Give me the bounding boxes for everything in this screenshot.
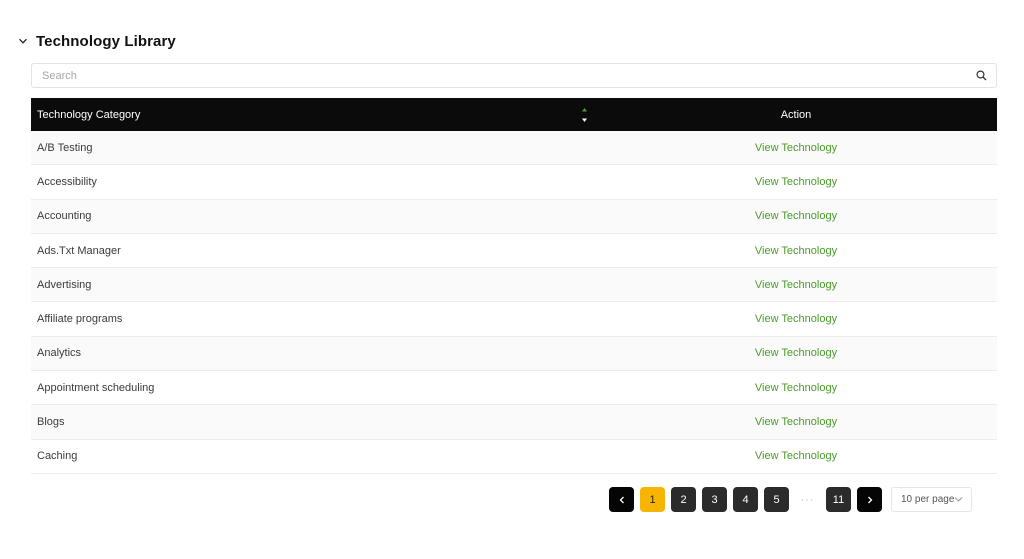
table-row: Accessibility View Technology bbox=[31, 165, 997, 200]
technology-category-cell: Caching bbox=[37, 450, 78, 463]
per-page-select[interactable]: 10 per page bbox=[891, 487, 972, 512]
pagination: 1 2 3 4 5 ··· 11 bbox=[609, 487, 888, 512]
table-row: Appointment scheduling View Technology bbox=[31, 371, 997, 406]
table-row: Affiliate programs View Technology bbox=[31, 302, 997, 337]
table-row: Analytics View Technology bbox=[31, 336, 997, 372]
section-header-technology-library[interactable]: Technology Library bbox=[18, 30, 176, 52]
view-technology-link[interactable]: View Technology bbox=[731, 142, 861, 154]
view-technology-link[interactable]: View Technology bbox=[731, 245, 861, 257]
view-technology-link[interactable]: View Technology bbox=[731, 210, 861, 222]
technology-category-cell: Ads.Txt Manager bbox=[37, 244, 121, 257]
chevron-down-icon bbox=[954, 497, 963, 502]
pagination-ellipsis: ··· bbox=[800, 493, 815, 506]
column-header-label: Technology Category bbox=[37, 108, 141, 121]
page-button-5[interactable]: 5 bbox=[764, 487, 789, 512]
view-technology-link[interactable]: View Technology bbox=[731, 450, 861, 462]
view-technology-link[interactable]: View Technology bbox=[731, 347, 861, 359]
technology-category-cell: Blogs bbox=[37, 416, 65, 429]
sort-icon[interactable] bbox=[581, 107, 588, 123]
view-technology-link[interactable]: View Technology bbox=[731, 416, 861, 428]
technology-category-cell: Appointment scheduling bbox=[37, 381, 155, 394]
view-technology-link[interactable]: View Technology bbox=[731, 279, 861, 291]
page-button-3[interactable]: 3 bbox=[702, 487, 727, 512]
technology-category-cell: Accessibility bbox=[37, 175, 97, 188]
technology-category-cell: Advertising bbox=[37, 278, 92, 291]
technology-table: Technology Category Action A/B Testing Vi… bbox=[31, 98, 997, 474]
technology-category-cell: A/B Testing bbox=[37, 141, 93, 154]
column-header-technology-category[interactable]: Technology Category bbox=[31, 98, 561, 131]
next-page-button[interactable] bbox=[857, 487, 882, 512]
page-button-2[interactable]: 2 bbox=[671, 487, 696, 512]
view-technology-link[interactable]: View Technology bbox=[731, 176, 861, 188]
table-row: Advertising View Technology bbox=[31, 268, 997, 303]
search-input[interactable] bbox=[32, 64, 962, 87]
view-technology-link[interactable]: View Technology bbox=[731, 382, 861, 394]
search-icon[interactable] bbox=[976, 70, 987, 81]
technology-category-cell: Affiliate programs bbox=[37, 313, 123, 326]
table-header: Technology Category Action bbox=[31, 98, 997, 131]
view-technology-link[interactable]: View Technology bbox=[731, 313, 861, 325]
technology-category-cell: Accounting bbox=[37, 210, 92, 223]
column-header-action: Action bbox=[780, 108, 812, 121]
per-page-value: 10 per page bbox=[901, 494, 955, 505]
technology-category-cell: Analytics bbox=[37, 347, 82, 360]
table-row: Accounting View Technology bbox=[31, 199, 997, 234]
section-title: Technology Library bbox=[36, 32, 176, 50]
table-row: Ads.Txt Manager View Technology bbox=[31, 234, 997, 269]
page-button-4[interactable]: 4 bbox=[733, 487, 758, 512]
chevron-left-icon bbox=[619, 496, 624, 503]
table-body: A/B Testing View Technology Accessibility V… bbox=[31, 131, 997, 474]
page-button-1[interactable]: 1 bbox=[640, 487, 665, 512]
chevron-down-icon bbox=[19, 38, 27, 44]
table-row: Caching View Technology bbox=[31, 440, 997, 474]
table-row: A/B Testing View Technology bbox=[31, 131, 997, 166]
search-bar bbox=[31, 63, 997, 88]
page-button-11[interactable]: 11 bbox=[826, 487, 851, 512]
prev-page-button[interactable] bbox=[609, 487, 634, 512]
table-row: Blogs View Technology bbox=[31, 405, 997, 440]
chevron-right-icon bbox=[867, 496, 872, 503]
